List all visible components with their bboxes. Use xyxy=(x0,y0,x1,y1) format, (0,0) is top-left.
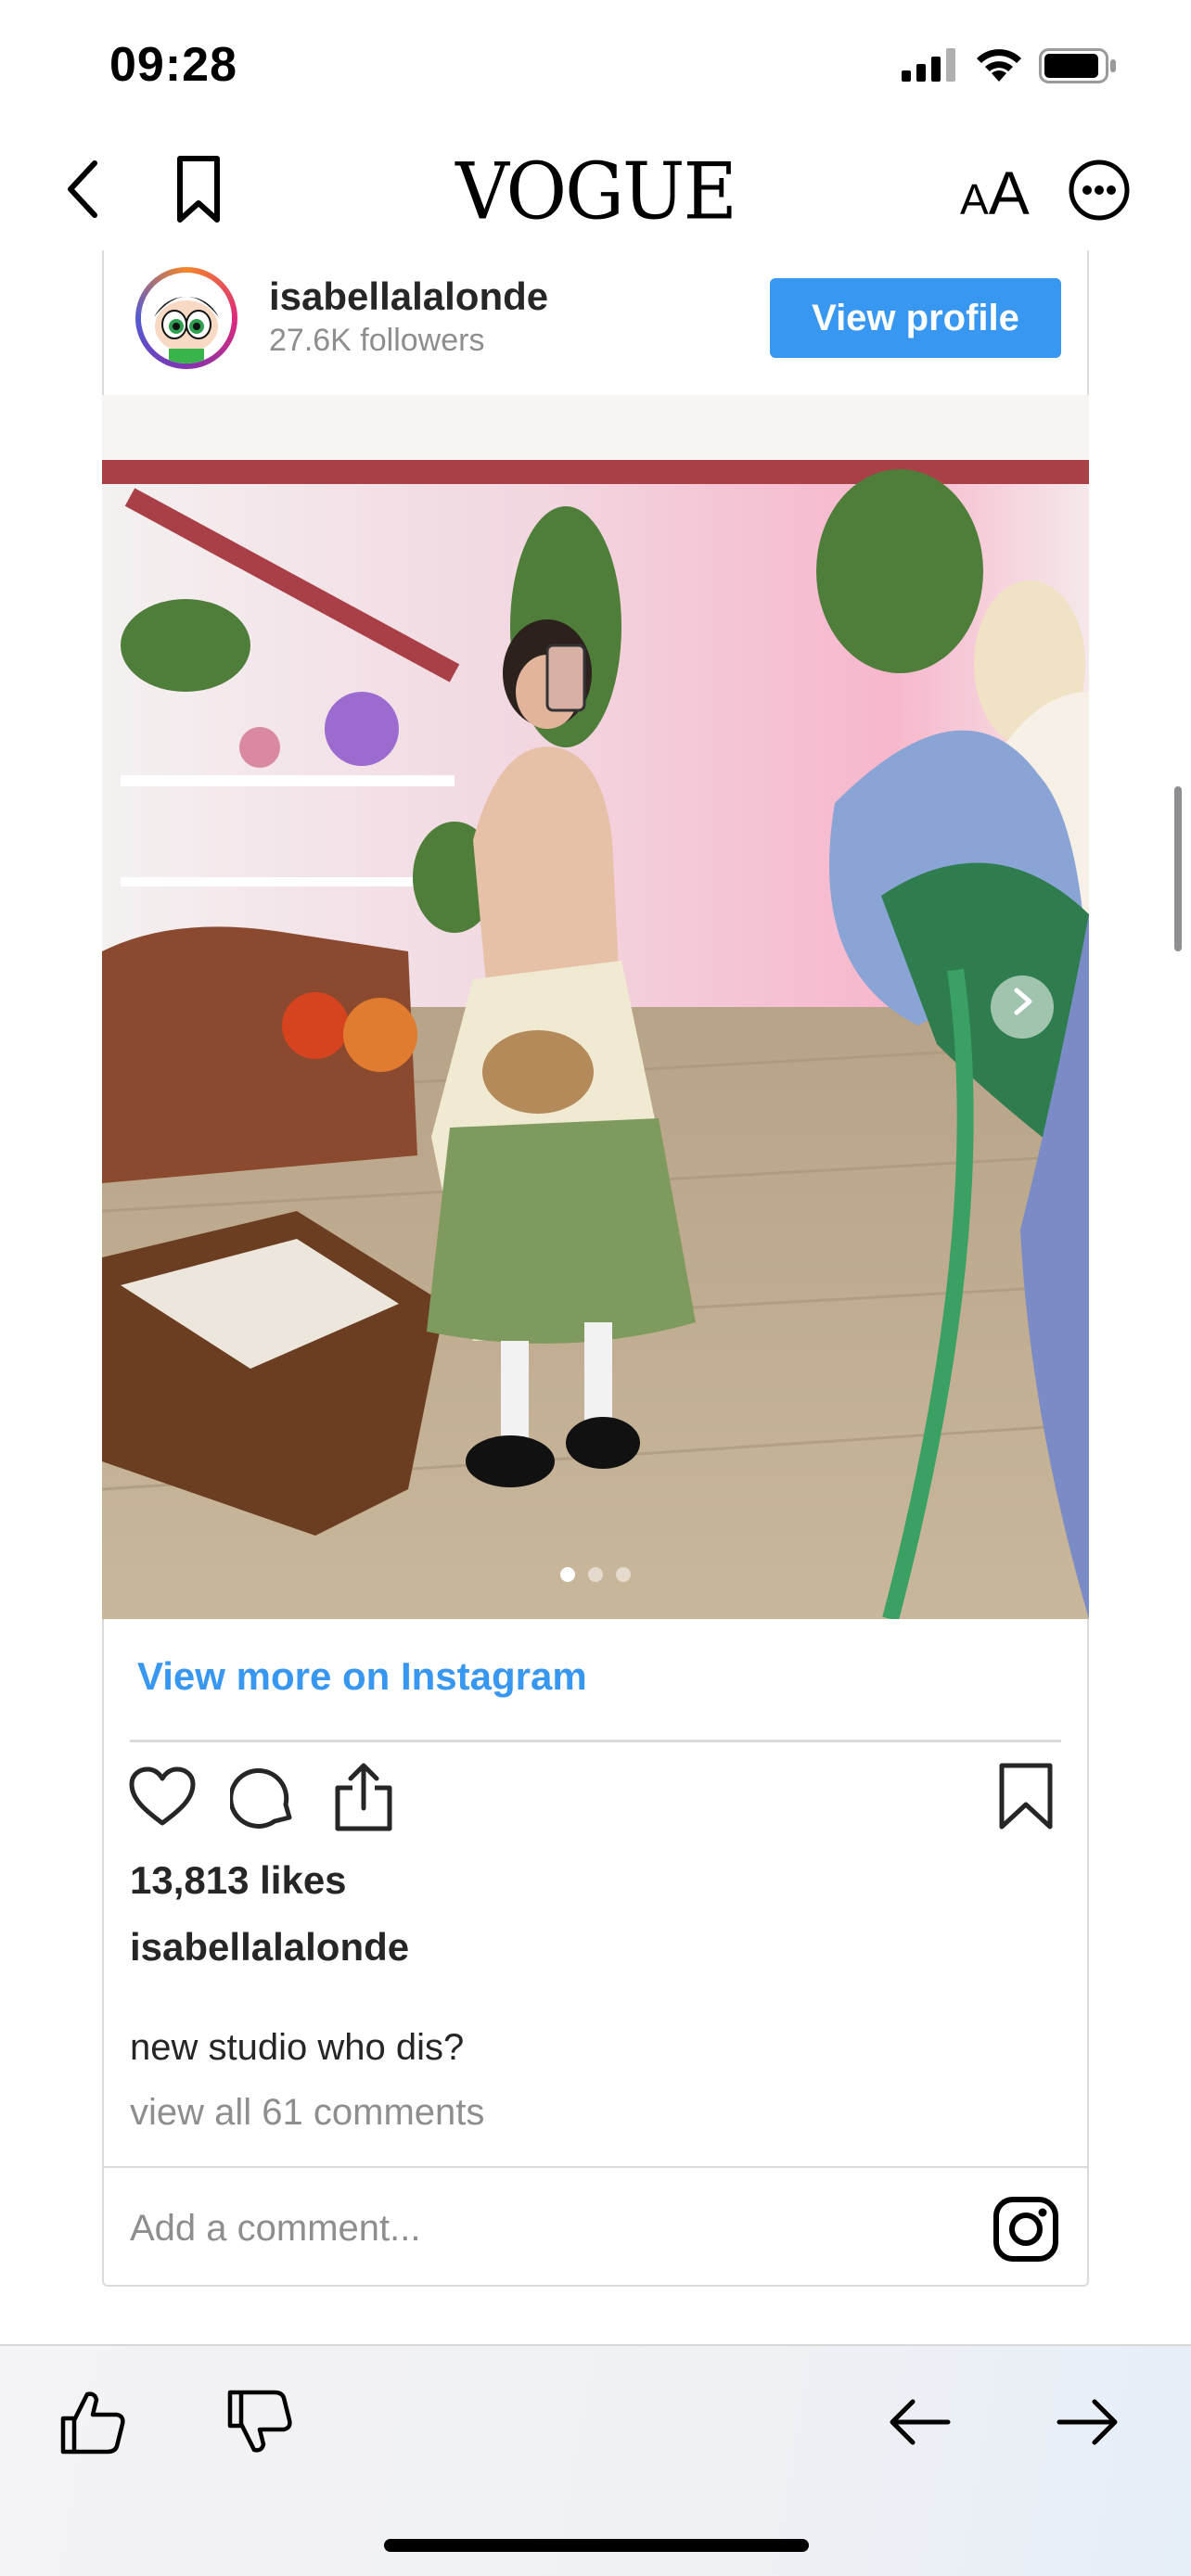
previous-article-button[interactable] xyxy=(887,2396,952,2448)
home-indicator[interactable] xyxy=(384,2539,809,2552)
share-button[interactable] xyxy=(330,1760,397,1832)
more-button[interactable] xyxy=(1067,159,1132,224)
arrow-left-icon xyxy=(887,2399,952,2452)
battery-icon xyxy=(1039,48,1117,88)
text-size-small-glyph: A xyxy=(960,175,989,223)
status-time: 09:28 xyxy=(109,38,237,92)
carousel-dot-group xyxy=(554,1567,637,1586)
divider xyxy=(104,2166,1087,2168)
view-more-link[interactable]: View more on Instagram xyxy=(137,1654,587,1699)
wifi-icon xyxy=(974,45,1024,86)
caption-text: new studio who dis? xyxy=(130,2027,465,2068)
heart-icon xyxy=(128,1766,197,1832)
arrow-right-icon xyxy=(1056,2399,1121,2452)
avatar-image xyxy=(141,273,232,363)
carousel-dot xyxy=(560,1567,575,1582)
scrollbar[interactable] xyxy=(1174,786,1182,951)
dislike-article-button[interactable] xyxy=(224,2387,295,2457)
chevron-right-icon xyxy=(1004,983,1041,1025)
divider xyxy=(130,1740,1061,1742)
like-button[interactable] xyxy=(128,1766,197,1829)
profile-username[interactable]: isabellalalonde xyxy=(269,274,548,319)
like-count: 13,813 likes xyxy=(130,1858,347,1902)
cellular-signal-icon xyxy=(902,48,957,86)
like-article-button[interactable] xyxy=(58,2387,128,2457)
next-article-button[interactable] xyxy=(1056,2396,1121,2448)
thumbs-up-icon xyxy=(58,2391,128,2461)
carousel-dot xyxy=(588,1567,603,1582)
view-all-comments-link[interactable]: view all 61 comments xyxy=(130,2092,484,2134)
carousel-dot xyxy=(616,1567,631,1582)
thumbs-down-icon xyxy=(224,2390,295,2461)
follower-count: 27.6K followers xyxy=(269,323,485,358)
text-size-big-glyph: A xyxy=(988,159,1030,227)
instagram-icon xyxy=(992,2197,1059,2266)
avatar[interactable] xyxy=(135,267,237,369)
comment-icon xyxy=(228,1767,297,1834)
carousel-next-button[interactable] xyxy=(991,972,1054,1035)
post-image xyxy=(102,395,1089,1619)
comment-input[interactable] xyxy=(130,2196,946,2261)
text-size-button[interactable]: AA xyxy=(960,158,1030,228)
instagram-logo-button[interactable] xyxy=(992,2196,1059,2263)
more-icon xyxy=(1068,159,1131,226)
post-photo[interactable] xyxy=(102,395,1089,1619)
save-icon xyxy=(998,1763,1054,1834)
share-icon xyxy=(330,1763,397,1836)
carousel-dots xyxy=(102,1567,1089,1587)
view-profile-button[interactable]: View profile xyxy=(770,278,1061,358)
save-post-button[interactable] xyxy=(998,1762,1054,1830)
comment-button[interactable] xyxy=(228,1764,297,1830)
caption-username[interactable]: isabellalalonde xyxy=(130,1925,409,1970)
